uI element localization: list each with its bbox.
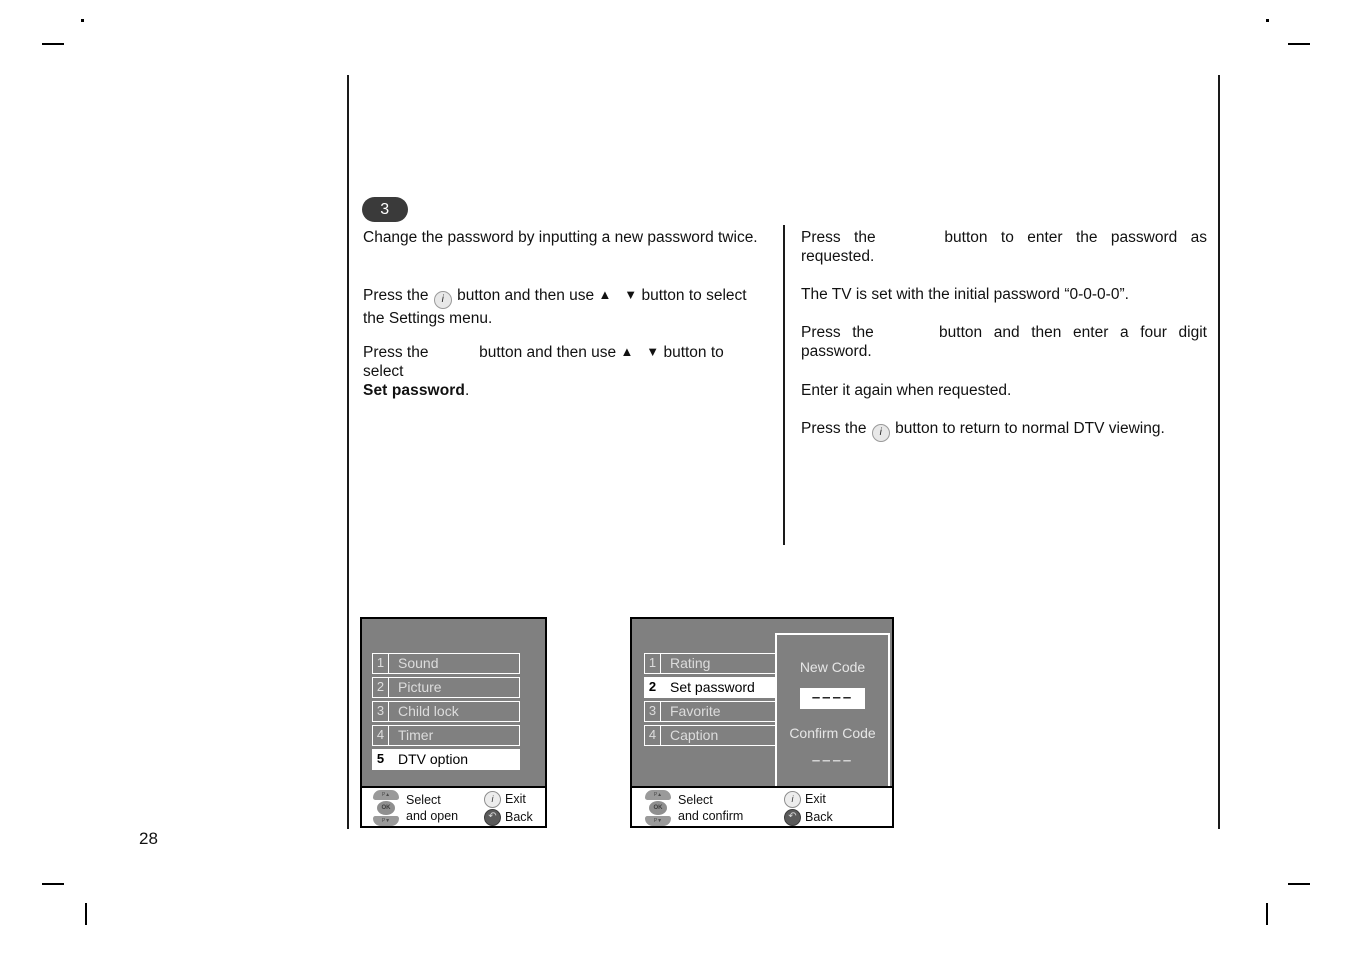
confirm-code-input[interactable]: –––– <box>777 752 888 769</box>
dpad-ok-icon[interactable]: P▲ OK P▼ <box>373 790 399 826</box>
right-p5-lead: Press the <box>801 420 867 437</box>
left-p2-mid: button and then use <box>457 287 595 304</box>
osd-item-favorite[interactable]: 3 Favorite <box>644 701 792 722</box>
osd-hint-back: Back <box>805 810 833 824</box>
osd-item-set-password[interactable]: 2 Set password <box>644 677 792 698</box>
osd-item-label: Rating <box>661 653 792 674</box>
dpad-up-arc[interactable]: P▲ <box>373 790 399 800</box>
right-paragraph-5: Press the i button to return to normal D… <box>801 419 1207 442</box>
crop-mark-top-right <box>1288 43 1310 45</box>
left-paragraph-1: Change the password by inputting a new p… <box>363 228 767 247</box>
osd-left-footer: P▲ OK P▼ Select and open i Exit ↶ Back <box>362 786 545 826</box>
right-p1-lead: Press the <box>801 229 876 246</box>
back-arrow-icon[interactable]: ↶ <box>784 809 801 826</box>
right-paragraph-2-text: The TV is set with the initial password … <box>801 286 1129 303</box>
crop-tick-bottom-right <box>1266 903 1268 925</box>
step-number-badge: 3 <box>362 197 408 222</box>
new-code-label: New Code <box>799 659 866 675</box>
right-paragraph-1: Press the button to enter the password a… <box>801 228 1207 266</box>
left-p3-lead: Press the <box>363 344 429 361</box>
password-entry-panel: New Code –––– Confirm Code –––– <box>775 633 890 790</box>
page-number: 28 <box>139 829 158 848</box>
left-paragraph-1-text: Change the password by inputting a new p… <box>363 229 758 246</box>
left-p3-mid: button and then use <box>479 344 617 361</box>
osd-item-number: 1 <box>644 653 661 674</box>
osd-hint-back: Back <box>505 810 533 824</box>
registration-dot-top-right <box>1266 19 1269 22</box>
osd-right-item-list: 1 Rating 2 Set password 3 Favorite 4 Cap… <box>644 653 792 749</box>
crop-mark-bottom-left <box>42 883 64 885</box>
osd-hint-select-line1: Select <box>406 793 441 807</box>
left-p3-bold-term: Set password <box>363 382 465 399</box>
confirm-code-label: Confirm Code <box>789 725 876 741</box>
arrow-up-icon: ▲ <box>620 344 634 359</box>
osd-right-footer: P▲ OK P▼ Select and confirm i Exit ↶ Bac… <box>632 786 892 826</box>
manual-page: 3 Change the password by inputting a new… <box>0 0 1351 954</box>
osd-item-number: 5 <box>372 749 389 770</box>
back-arrow-icon[interactable]: ↶ <box>484 809 501 826</box>
osd-item-label: Picture <box>389 677 520 698</box>
dpad-down-arc[interactable]: P▼ <box>373 816 399 826</box>
osd-item-label: Set password <box>661 677 792 698</box>
right-p5-tail: button to return to normal DTV viewing. <box>895 420 1165 437</box>
osd-item-label: Child lock <box>389 701 520 722</box>
right-paragraph-2: The TV is set with the initial password … <box>801 285 1207 304</box>
exit-info-icon[interactable]: i <box>784 791 801 808</box>
dpad-down-arc[interactable]: P▼ <box>645 816 671 826</box>
osd-hint-select-line2: and open <box>406 809 459 823</box>
left-p2-lead: Press the <box>363 287 429 304</box>
osd-hint-select-line1: Select <box>678 793 713 807</box>
dpad-ok-center[interactable]: OK <box>649 801 667 815</box>
osd-menu-dtv-option: 1 Rating 2 Set password 3 Favorite 4 Cap… <box>630 617 894 828</box>
right-paragraph-4: Enter it again when requested. <box>801 381 1207 400</box>
registration-dot-top-left <box>81 19 84 22</box>
arrow-down-icon: ▼ <box>624 287 638 302</box>
osd-hint-exit: Exit <box>505 792 526 806</box>
right-paragraph-4-text: Enter it again when requested. <box>801 382 1012 399</box>
osd-item-label: DTV option <box>389 749 520 770</box>
osd-item-sound[interactable]: 1 Sound <box>372 653 520 674</box>
osd-item-label: Favorite <box>661 701 792 722</box>
left-p3-period: . <box>464 382 470 399</box>
osd-item-number: 1 <box>372 653 389 674</box>
dpad-ok-center[interactable]: OK <box>377 801 395 815</box>
right-p3-lead: Press the <box>801 324 874 341</box>
crop-mark-bottom-right <box>1288 883 1310 885</box>
dpad-ok-icon[interactable]: P▲ OK P▼ <box>645 790 671 826</box>
info-button-icon: i <box>433 291 452 309</box>
exit-info-icon[interactable]: i <box>484 791 501 808</box>
osd-item-label: Timer <box>389 725 520 746</box>
new-code-input[interactable]: –––– <box>799 688 866 709</box>
left-paragraph-3: Press the button and then use ▲ ▼ button… <box>363 342 767 400</box>
osd-item-label: Caption <box>661 725 792 746</box>
osd-item-timer[interactable]: 4 Timer <box>372 725 520 746</box>
right-paragraph-3: Press the button and then enter a four d… <box>801 323 1207 361</box>
osd-item-caption[interactable]: 4 Caption <box>644 725 792 746</box>
crop-mark-top-left <box>42 43 64 45</box>
crop-tick-bottom-left <box>85 903 87 925</box>
column-divider-rule <box>783 225 785 545</box>
osd-menu-settings: 1 Sound 2 Picture 3 Child lock 4 Timer 5… <box>360 617 547 828</box>
arrow-down-icon: ▼ <box>646 344 660 359</box>
page-rule-left <box>347 75 349 829</box>
osd-item-rating[interactable]: 1 Rating <box>644 653 792 674</box>
osd-item-label: Sound <box>389 653 520 674</box>
osd-item-picture[interactable]: 2 Picture <box>372 677 520 698</box>
osd-item-number: 4 <box>372 725 389 746</box>
osd-hint-exit: Exit <box>805 792 826 806</box>
osd-item-number: 4 <box>644 725 661 746</box>
osd-hint-select-line2: and confirm <box>678 809 744 823</box>
osd-item-number: 2 <box>372 677 389 698</box>
left-paragraph-2: Press the i button and then use ▲ ▼ butt… <box>363 285 767 328</box>
arrow-up-icon: ▲ <box>598 287 612 302</box>
osd-item-dtv-option[interactable]: 5 DTV option <box>372 749 520 770</box>
osd-item-child-lock[interactable]: 3 Child lock <box>372 701 520 722</box>
osd-item-number: 3 <box>372 701 389 722</box>
info-button-icon: i <box>871 424 890 442</box>
osd-left-item-list: 1 Sound 2 Picture 3 Child lock 4 Timer 5… <box>372 653 520 773</box>
dpad-up-arc[interactable]: P▲ <box>645 790 671 800</box>
osd-item-number: 3 <box>644 701 661 722</box>
osd-item-number: 2 <box>644 677 661 698</box>
page-rule-right <box>1218 75 1220 829</box>
